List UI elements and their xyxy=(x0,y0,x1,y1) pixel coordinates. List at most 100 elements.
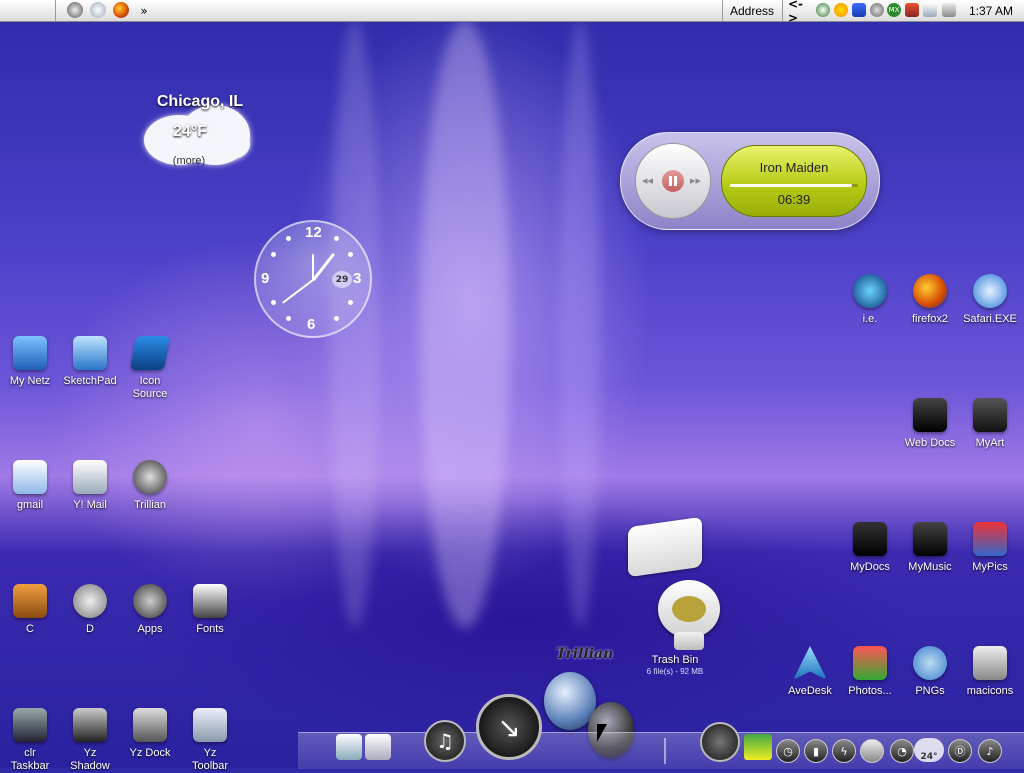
photos-desktop-icon[interactable]: Photos... xyxy=(840,646,900,698)
avedesk-icon xyxy=(793,646,827,680)
menu-separator xyxy=(55,0,56,21)
chart-dock-icon[interactable] xyxy=(744,734,772,760)
mx-icon[interactable]: MX xyxy=(887,3,901,17)
battery-dock-icon[interactable]: ▮ xyxy=(804,739,828,763)
music-folder-icon xyxy=(913,522,947,556)
mymusic-desktop-icon[interactable]: MyMusic xyxy=(900,522,960,574)
memory-dock-icon[interactable] xyxy=(860,739,884,763)
settings-icon[interactable] xyxy=(67,2,83,18)
track-progress-bar[interactable] xyxy=(730,184,858,187)
d-dock-icon[interactable]: Ⓓ xyxy=(948,739,972,763)
apple-logo-icon xyxy=(913,646,947,680)
desktop-icon-label: PNGs xyxy=(915,685,945,697)
menubar-clock[interactable]: 1:37 AM xyxy=(966,0,1016,21)
trillian-icon xyxy=(133,460,167,494)
pause-button[interactable] xyxy=(662,170,684,192)
desktop-icon-label: D xyxy=(86,623,94,635)
next-track-icon[interactable]: ▸▸ xyxy=(690,174,701,187)
gears-icon xyxy=(73,584,107,618)
sketchpad-desktop-icon[interactable]: SketchPad xyxy=(60,336,120,388)
gmail-desktop-icon[interactable]: gmail xyxy=(0,460,60,512)
mail-icon[interactable] xyxy=(923,3,937,17)
clock-tick xyxy=(334,236,339,241)
icon-source-desktop-icon[interactable]: Icon Source xyxy=(120,336,180,401)
mypics-desktop-icon[interactable]: MyPics xyxy=(960,522,1020,574)
mydocs-desktop-icon[interactable]: MyDocs xyxy=(840,522,900,574)
star-icon[interactable] xyxy=(852,3,866,17)
trash-dock-icon[interactable] xyxy=(700,722,740,762)
address-label[interactable]: Address xyxy=(726,0,778,21)
mail-dock-icon[interactable] xyxy=(336,734,362,760)
internet-explorer-icon[interactable] xyxy=(90,2,106,18)
apps-desktop-icon[interactable]: Apps xyxy=(120,584,180,636)
previous-track-icon[interactable]: ◂◂ xyxy=(642,174,653,187)
internet-explorer-icon xyxy=(853,274,887,308)
globe-icon[interactable] xyxy=(870,3,884,17)
my-netz-desktop-icon[interactable]: My Netz xyxy=(0,336,60,388)
track-title: Iron Maiden xyxy=(759,160,829,175)
myart-desktop-icon[interactable]: MyArt xyxy=(960,398,1020,450)
clock-numeral: 6 xyxy=(307,316,316,333)
link-icon[interactable]: <-> xyxy=(788,0,810,25)
gmail-icon xyxy=(13,460,47,494)
pngs-desktop-icon[interactable]: PNGs xyxy=(900,646,960,698)
weather-widget[interactable]: Chicago, IL 24°F (more) xyxy=(130,85,260,175)
web-docs-desktop-icon[interactable]: Web Docs xyxy=(900,398,960,450)
clock-second-hand xyxy=(282,279,314,304)
shield-icon[interactable] xyxy=(905,3,919,17)
clock-hour-hand xyxy=(312,254,314,280)
download-arrow-icon[interactable]: ↘ xyxy=(476,694,542,760)
quicklaunch-overflow-icon[interactable]: » xyxy=(138,0,150,21)
media-display: Iron Maiden 06:39 xyxy=(721,145,867,217)
network-icon[interactable] xyxy=(816,3,830,17)
volume-icon[interactable] xyxy=(942,3,956,17)
track-time: 06:39 xyxy=(777,192,811,207)
toilet-base-shape xyxy=(674,632,704,650)
taskbar-tool-icon xyxy=(13,708,47,742)
firefox-icon[interactable] xyxy=(113,2,129,18)
yz-toolbar-desktop-icon[interactable]: Yz Toolbar xyxy=(180,708,240,773)
wallpaper-light-streak xyxy=(560,20,600,628)
macicons-desktop-icon[interactable]: macicons xyxy=(960,646,1020,698)
clock-numeral: 12 xyxy=(305,224,322,241)
fonts-desktop-icon[interactable]: Fonts xyxy=(180,584,240,636)
analog-clock-widget[interactable]: 12 3 6 9 29 xyxy=(254,220,372,338)
art-folder-icon xyxy=(973,398,1007,432)
ie-desktop-icon[interactable]: i.e. xyxy=(840,274,900,326)
music-note-icon[interactable]: ♫ xyxy=(424,720,466,762)
itunes-dock-icon[interactable]: ♪ xyxy=(978,739,1002,763)
desktop-icon-label: firefox2 xyxy=(911,313,949,325)
media-player-widget: ◂◂ ▸▸ Iron Maiden 06:39 xyxy=(620,132,880,230)
ymail-desktop-icon[interactable]: Y! Mail xyxy=(60,460,120,512)
pictures-folder-icon xyxy=(973,522,1007,556)
sun-icon[interactable] xyxy=(834,3,848,17)
avedesk-desktop-icon[interactable]: AveDesk xyxy=(780,646,840,698)
clock-numeral: 3 xyxy=(353,270,362,287)
dock-separator xyxy=(664,738,666,764)
trillian-title: Trillian xyxy=(556,646,614,662)
clock-dock-icon[interactable]: ◷ xyxy=(776,739,800,763)
desktop-icon-label: Safari.EXE xyxy=(963,313,1017,325)
drive-icon xyxy=(73,708,107,742)
clock-tick xyxy=(348,252,353,257)
desktop-icon-label: Y! Mail xyxy=(73,499,107,511)
yahoo-mail-dock-icon[interactable] xyxy=(365,734,391,760)
firefox2-desktop-icon[interactable]: firefox2 xyxy=(900,274,960,326)
trash-label: Trash Bin xyxy=(651,654,699,666)
weather-dock-icon[interactable]: 24° xyxy=(914,738,944,762)
clr-taskbar-desktop-icon[interactable]: clr Taskbar xyxy=(0,708,60,773)
drive-d-desktop-icon[interactable]: D xyxy=(60,584,120,636)
weather-city: Chicago, IL xyxy=(156,93,244,110)
power-dock-icon[interactable]: ϟ xyxy=(832,739,856,763)
trillian-desktop-icon[interactable]: Trillian xyxy=(120,460,180,512)
yz-dock-desktop-icon[interactable]: Yz Dock xyxy=(120,708,180,760)
gauge-dock-icon[interactable]: ◔ xyxy=(890,739,914,763)
playback-controls: ◂◂ ▸▸ xyxy=(635,143,711,219)
yz-shadow-desktop-icon[interactable]: Yz Shadow xyxy=(60,708,120,773)
apple-menu-icon[interactable] xyxy=(12,0,42,21)
weather-more-link[interactable]: (more) xyxy=(130,155,248,167)
safari-desktop-icon[interactable]: Safari.EXE xyxy=(960,274,1020,326)
desktop-icon-label: My Netz xyxy=(9,375,51,387)
drive-c-desktop-icon[interactable]: C xyxy=(0,584,60,636)
clock-tick xyxy=(348,300,353,305)
